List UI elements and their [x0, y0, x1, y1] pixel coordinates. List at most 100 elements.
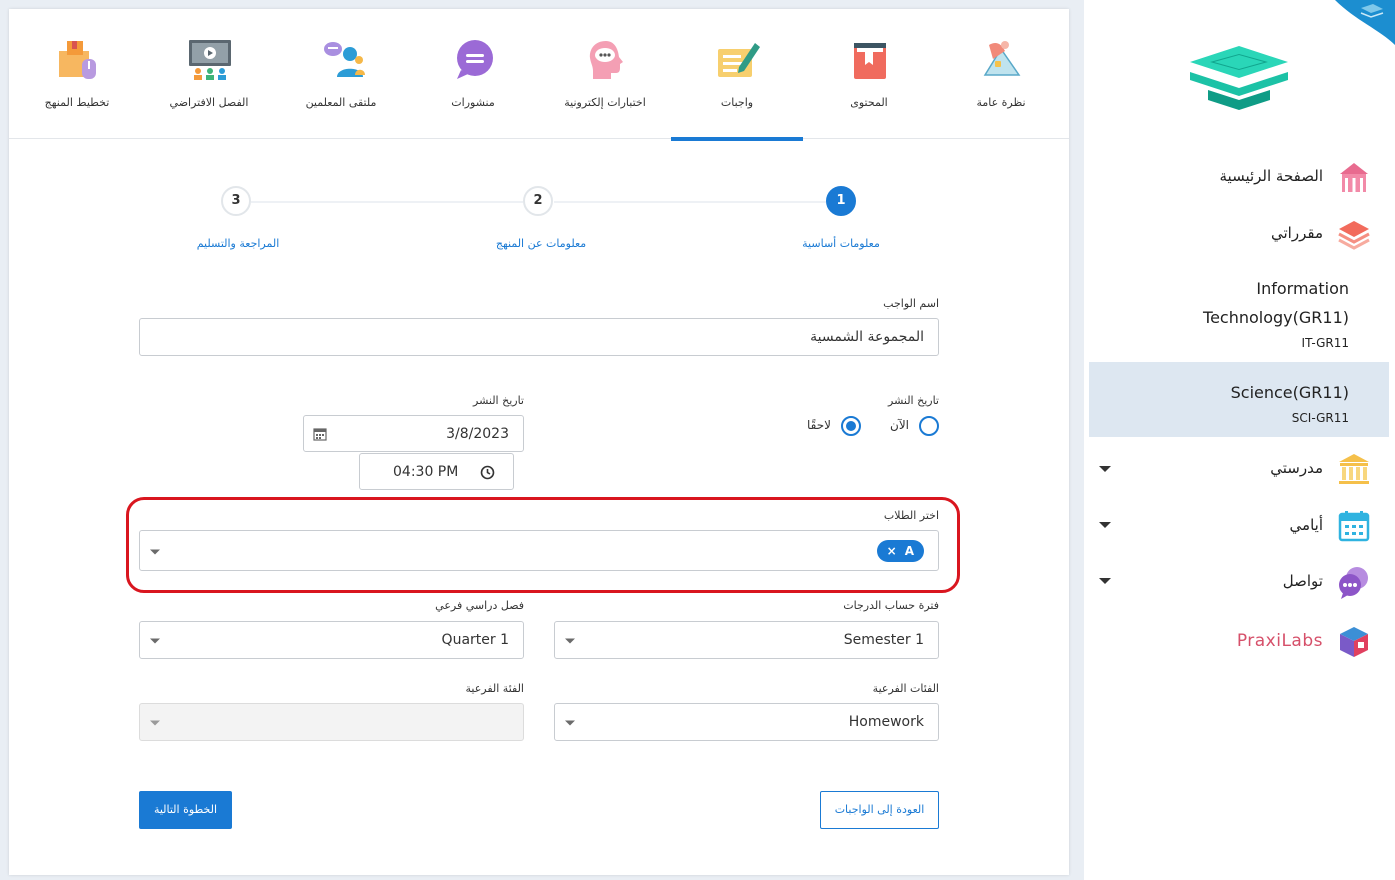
nav-my-school[interactable]: مدرستي: [1111, 448, 1371, 488]
step-2-label[interactable]: معلومات عن المنهج: [451, 237, 631, 250]
select-students-label: اختر الطلاب: [883, 509, 939, 522]
tab-bar: نظرة عامة المحتوى واجبات اختبارات إلكترو…: [9, 9, 1069, 141]
radio-later[interactable]: [841, 416, 861, 436]
tab-label: اختبارات إلكترونية: [564, 96, 646, 109]
nav-communicate[interactable]: تواصل: [1111, 561, 1371, 601]
nav-my-days-label: أيامي: [1289, 516, 1323, 534]
calendar-icon: [313, 428, 327, 441]
overview-lamp-icon: [983, 41, 1021, 76]
calendar-nav-icon: [1338, 511, 1370, 542]
subcategory-label: الفئة الفرعية: [465, 682, 524, 695]
layers-icon: [1338, 221, 1370, 250]
expand-days-icon[interactable]: [1099, 522, 1111, 528]
tab-label: الفصل الافتراضي: [169, 96, 249, 109]
nav-my-courses[interactable]: مقرراتي: [1111, 213, 1371, 253]
course-name-line1: Information: [1256, 279, 1349, 298]
publish-date-input[interactable]: 3/8/2023: [303, 415, 524, 452]
chevron-down-icon[interactable]: [150, 549, 160, 554]
publish-time-input[interactable]: 04:30 PM: [359, 453, 514, 490]
tab-quizzes[interactable]: اختبارات إلكترونية: [539, 9, 671, 139]
radio-now[interactable]: [919, 416, 939, 436]
nav-my-school-label: مدرستي: [1270, 459, 1323, 477]
praxilabs-cube-icon: [1340, 627, 1368, 657]
student-chip[interactable]: × A: [876, 540, 924, 562]
nav-praxilabs[interactable]: PraxiLabs: [1111, 621, 1371, 661]
nav-my-days[interactable]: أيامي: [1111, 505, 1371, 545]
course-item-science[interactable]: Science(GR11) SCI-GR11: [1231, 378, 1349, 425]
publish-option-label: تاريخ النشر: [888, 394, 939, 407]
tab-label: واجبات: [720, 96, 754, 109]
subcategories-value: Homework: [848, 714, 924, 730]
tab-assignments[interactable]: واجبات: [671, 9, 803, 141]
step-1-circle[interactable]: 1: [826, 186, 856, 216]
course-name-line2: Technology(GR11): [1203, 308, 1349, 327]
expand-school-icon[interactable]: [1099, 466, 1111, 472]
tab-posts[interactable]: منشورات: [407, 9, 539, 139]
subcategory-select[interactable]: [139, 703, 524, 741]
tab-label: نظرة عامة: [976, 96, 1026, 109]
nav-home-label: الصفحة الرئيسية: [1219, 167, 1324, 185]
step-1-label[interactable]: معلومات أساسية: [751, 237, 931, 250]
tab-teachers-forum[interactable]: ملتقى المعلمين: [275, 9, 407, 139]
posts-chat-icon: [457, 40, 493, 79]
chevron-down-icon[interactable]: [150, 638, 160, 644]
stepper-line: [251, 201, 523, 203]
expand-communicate-icon[interactable]: [1099, 578, 1111, 584]
sidebar: الصفحة الرئيسية مقرراتي Information Tech…: [1084, 0, 1395, 880]
tab-content[interactable]: المحتوى: [803, 9, 935, 139]
radio-later-label: لاحقًا: [807, 418, 831, 432]
tab-curriculum-planning[interactable]: تخطيط المنهج: [11, 9, 143, 139]
stepper-line: [554, 201, 826, 203]
nav-my-courses-label: مقرراتي: [1271, 224, 1323, 242]
step-2-circle[interactable]: 2: [523, 186, 553, 216]
course-code: SCI-GR11: [1291, 411, 1349, 425]
tab-label: المحتوى: [850, 96, 888, 109]
subcategories-label: الفئات الفرعية: [872, 682, 939, 695]
publish-time-value: 04:30 PM: [393, 463, 459, 480]
quiz-head-icon: [589, 41, 623, 79]
home-building-icon: [1340, 163, 1368, 192]
chevron-down-icon[interactable]: [565, 638, 575, 644]
step-3-label[interactable]: المراجعة والتسليم: [148, 237, 328, 250]
publish-date-label: تاريخ النشر: [473, 394, 524, 407]
sub-term-select[interactable]: Quarter 1: [139, 621, 524, 659]
subcategories-select[interactable]: Homework: [554, 703, 939, 741]
publish-date-value: 3/8/2023: [446, 425, 509, 442]
curriculum-plan-icon: [59, 41, 96, 79]
nav-communicate-label: تواصل: [1282, 572, 1323, 590]
radio-now-label: الآن: [890, 418, 909, 432]
assignment-name-input[interactable]: المجموعة الشمسية: [139, 318, 939, 356]
grading-period-select[interactable]: Semester 1: [554, 621, 939, 659]
chevron-down-icon: [150, 720, 160, 726]
sub-term-label: فصل دراسي فرعي: [435, 599, 524, 612]
clock-icon: [480, 465, 495, 480]
assignment-name-label: اسم الواجب: [883, 297, 939, 310]
course-name-line1: Science(GR11): [1230, 383, 1349, 402]
grading-period-label: فترة حساب الدرجات: [843, 599, 939, 612]
app-logo: [1190, 46, 1288, 110]
tab-label: تخطيط المنهج: [44, 96, 110, 109]
main-panel: نظرة عامة المحتوى واجبات اختبارات إلكترو…: [9, 9, 1069, 875]
assignments-icon: [718, 43, 760, 77]
tab-virtual-class[interactable]: الفصل الافتراضي: [143, 9, 275, 139]
chip-remove-icon[interactable]: ×: [887, 544, 897, 558]
course-code: IT-GR11: [1301, 336, 1349, 350]
corner-logo-icon[interactable]: [1325, 0, 1395, 48]
tab-label: منشورات: [451, 96, 495, 109]
chevron-down-icon[interactable]: [565, 720, 575, 726]
assignment-name-value: المجموعة الشمسية: [810, 329, 924, 345]
communicate-chat-icon: [1339, 567, 1368, 599]
step-3-circle[interactable]: 3: [221, 186, 251, 216]
select-students-input[interactable]: × A: [139, 530, 939, 571]
praxilabs-label: PraxiLabs: [1236, 631, 1323, 651]
course-item-it[interactable]: Information Technology(GR11) IT-GR11: [1203, 274, 1349, 350]
teachers-forum-icon: [324, 42, 365, 77]
back-to-assignments-button[interactable]: العودة إلى الواجبات: [820, 791, 939, 829]
content-book-icon: [854, 43, 886, 79]
grading-period-value: Semester 1: [843, 632, 924, 648]
next-step-button[interactable]: الخطوة التالية: [139, 791, 232, 829]
tab-label: ملتقى المعلمين: [305, 96, 377, 109]
tab-overview[interactable]: نظرة عامة: [935, 9, 1067, 139]
chip-label: A: [904, 544, 914, 558]
nav-home[interactable]: الصفحة الرئيسية: [1111, 156, 1371, 196]
